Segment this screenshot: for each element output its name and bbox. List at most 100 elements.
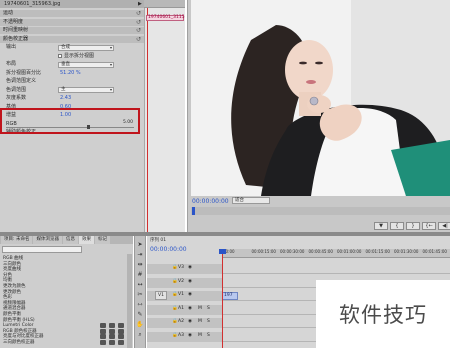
effects-scrollbar[interactable] xyxy=(127,254,132,348)
selection-tool-icon[interactable]: ➤ xyxy=(136,241,144,249)
mute-button[interactable]: M xyxy=(198,306,202,311)
rolling-edit-tool-icon[interactable]: # xyxy=(136,271,144,279)
effect-row-4[interactable]: 输出 合成 ▾ xyxy=(0,44,144,51)
effect-row-1[interactable]: 不透明度 ↺ xyxy=(0,18,144,26)
slip-tool-icon[interactable]: ⇿ xyxy=(136,301,144,309)
effect-row-6[interactable]: 布局 垂直 ▾ xyxy=(0,61,144,68)
play-triangle-icon[interactable]: ▶ xyxy=(138,0,142,8)
ripple-edit-tool-icon[interactable]: ⇹ xyxy=(136,261,144,269)
sequence-tab[interactable]: 序列 01 xyxy=(150,237,166,243)
effect-row-9[interactable]: 色调范围 主 ▾ xyxy=(0,87,144,94)
track-header[interactable]: V1 🔒 V1 ◉ xyxy=(147,291,222,301)
lock-icon[interactable]: 🔒 xyxy=(172,306,178,311)
effect-row-8[interactable]: 色调范围定义 xyxy=(0,78,144,85)
effect-row-label: 色调范围 xyxy=(6,86,27,93)
ruler-tick-label: 00:01:30:00 xyxy=(394,249,419,254)
track-header[interactable]: 🔒 V3 ◉ xyxy=(147,264,222,274)
solo-button[interactable]: S xyxy=(207,306,210,311)
split-view-checkbox[interactable] xyxy=(58,54,62,58)
effect-row-value[interactable]: 51.20 % xyxy=(60,70,81,77)
toggle-output-icon[interactable]: ◉ xyxy=(188,265,192,270)
transport-button-1[interactable]: { xyxy=(390,222,404,230)
gamma-highlight-box xyxy=(0,108,140,134)
gamma-slider-track[interactable] xyxy=(6,127,134,128)
effect-dropdown[interactable]: 垂直 ▾ xyxy=(58,61,114,68)
program-scrub-bar[interactable] xyxy=(191,207,450,215)
mute-button[interactable]: M xyxy=(198,319,202,324)
reset-icon[interactable]: ↺ xyxy=(136,10,141,17)
reset-icon[interactable]: ↺ xyxy=(136,19,141,26)
toggle-output-icon[interactable]: ◉ xyxy=(188,319,192,324)
effects-tab-0[interactable]: 项目: 未命名 xyxy=(1,236,33,244)
toggle-output-icon[interactable]: ◉ xyxy=(188,306,192,311)
track-header[interactable]: 🔒 A1 ◉ M S xyxy=(147,304,222,315)
effects-list-item-label: 三向颜色校正器 xyxy=(3,340,35,345)
track-header[interactable]: 🔒 V2 ◉ xyxy=(147,277,222,288)
effect-row-2[interactable]: 时间重映射 ↺ xyxy=(0,27,144,34)
toggle-output-icon[interactable]: ◉ xyxy=(188,292,192,297)
transport-button-3[interactable]: {← xyxy=(422,222,436,230)
transport-controls: ▼{} {← ◀| xyxy=(374,222,450,230)
zoom-fit-dropdown[interactable]: 适合 xyxy=(232,197,270,204)
reset-icon[interactable]: ↺ xyxy=(136,36,141,43)
effects-tab-1[interactable]: 媒体浏览器 xyxy=(33,236,62,244)
toggle-output-icon[interactable]: ◉ xyxy=(188,333,192,338)
transport-button-4[interactable]: ◀| xyxy=(438,222,450,230)
zoom-tool-icon[interactable]: ⌕ xyxy=(136,331,144,339)
effect-row-label: 布局 xyxy=(6,61,17,67)
effect-row-5[interactable]: 显示拆分视图 xyxy=(0,53,144,60)
effect-row-label: 输出 xyxy=(6,44,17,50)
effect-row-10[interactable]: 灰度系数 2.43 xyxy=(0,95,144,102)
solo-button[interactable]: S xyxy=(207,333,210,338)
transport-button-0[interactable]: ▼ xyxy=(374,222,388,230)
lock-icon[interactable]: 🔒 xyxy=(172,279,178,284)
effect-row-value[interactable]: 2.43 xyxy=(60,95,71,102)
source-patch[interactable]: V1 xyxy=(155,291,167,300)
pen-tool-icon[interactable]: ✎ xyxy=(136,311,144,319)
effects-search-input[interactable] xyxy=(2,246,82,253)
effect-dropdown[interactable]: 合成 ▾ xyxy=(58,44,114,51)
effect-row-0[interactable]: 运动 ↺ xyxy=(0,10,144,17)
program-playhead[interactable] xyxy=(192,207,195,215)
time-ruler[interactable]: 00:00 00:00:15:00 00:00:30:00 00:00:45:00 00… xyxy=(222,249,450,258)
track-header[interactable]: 🔒 A2 ◉ M S xyxy=(147,318,222,328)
effects-list-item[interactable]: 三向颜色校正器 xyxy=(0,339,133,347)
gamma-slider-max: 5.00 xyxy=(123,120,134,125)
solo-button[interactable]: S xyxy=(207,319,210,324)
effect-row-label: 颜色校正器 xyxy=(3,35,29,42)
lock-icon[interactable]: 🔒 xyxy=(172,265,178,270)
playhead-handle[interactable] xyxy=(219,249,226,254)
source-clip-title-bar[interactable]: 19740601_315963.jpg ▶ xyxy=(0,0,144,8)
transport-button-2[interactable]: } xyxy=(406,222,420,230)
effect-row-label: 显示拆分视图 xyxy=(64,52,95,59)
timeline-playhead[interactable] xyxy=(222,249,223,348)
razor-tool-icon[interactable]: ✂ xyxy=(136,291,144,299)
track-v3[interactable]: 🔒 V3 ◉ xyxy=(147,264,450,274)
lock-icon[interactable]: 🔒 xyxy=(172,333,178,338)
effect-row-7[interactable]: 拆分视图百分比 51.20 % xyxy=(0,70,144,77)
effect-row-3[interactable]: 颜色校正器 ↺ xyxy=(0,35,144,43)
effect-row-label: 灰度系数 xyxy=(6,95,27,101)
effect-controls-playhead[interactable] xyxy=(147,8,148,232)
reset-icon[interactable]: ↺ xyxy=(136,27,141,34)
effect-clip-bar[interactable]: 19740601_3115 xyxy=(146,15,185,21)
lock-icon[interactable]: 🔒 xyxy=(172,319,178,324)
lock-icon[interactable]: 🔒 xyxy=(172,292,178,297)
program-video-frame[interactable] xyxy=(191,0,450,196)
toggle-output-icon[interactable]: ◉ xyxy=(188,279,192,284)
rate-stretch-tool-icon[interactable]: ↔ xyxy=(136,281,144,289)
sequence-timecode[interactable]: 00:00:00:00 xyxy=(150,246,187,253)
ruler-tick-label: 00:01:00:00 xyxy=(337,249,362,254)
video-clip[interactable]: 197 xyxy=(222,292,238,300)
gamma-slider-thumb[interactable] xyxy=(86,125,90,129)
program-timecode[interactable]: 00:00:00:00 xyxy=(192,198,229,205)
effect-controls-ruler[interactable] xyxy=(144,0,185,8)
effect-dropdown[interactable]: 主 ▾ xyxy=(58,87,114,93)
mute-button[interactable]: M xyxy=(198,333,202,338)
track-header[interactable]: 🔒 A3 ◉ M S xyxy=(147,331,222,342)
effects-tab-2[interactable]: 信息 xyxy=(62,236,78,244)
effects-tab-3[interactable]: 效果 xyxy=(78,236,94,244)
track-select-tool-icon[interactable]: ⇥ xyxy=(136,251,144,259)
effects-tab-4[interactable]: 标记 xyxy=(94,236,110,244)
hand-tool-icon[interactable]: ✋ xyxy=(136,321,144,329)
